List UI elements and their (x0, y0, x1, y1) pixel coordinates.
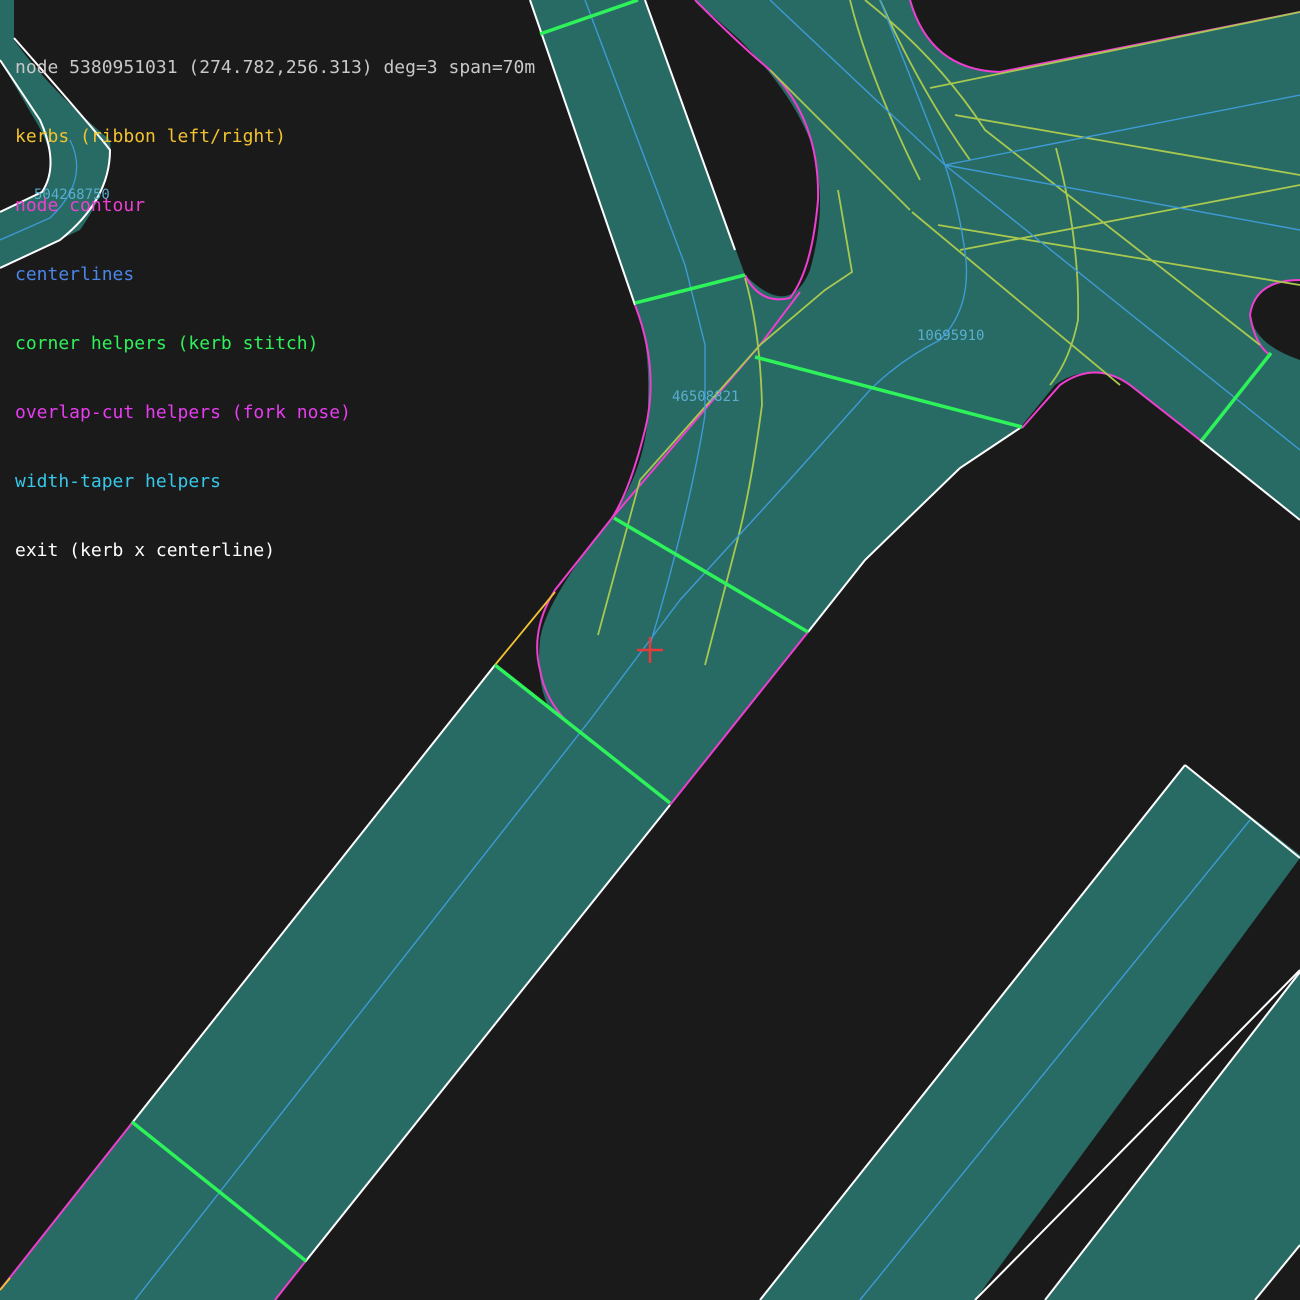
way-label-10695910: 10695910 (917, 328, 984, 344)
map-view[interactable]: 46508821 10695910 504268750 node 5380951… (0, 0, 1300, 1300)
way-label-46508821: 46508821 (672, 389, 739, 405)
road-network-canvas[interactable]: 46508821 10695910 504268750 (0, 0, 1300, 1300)
way-label-504268750: 504268750 (34, 187, 110, 203)
